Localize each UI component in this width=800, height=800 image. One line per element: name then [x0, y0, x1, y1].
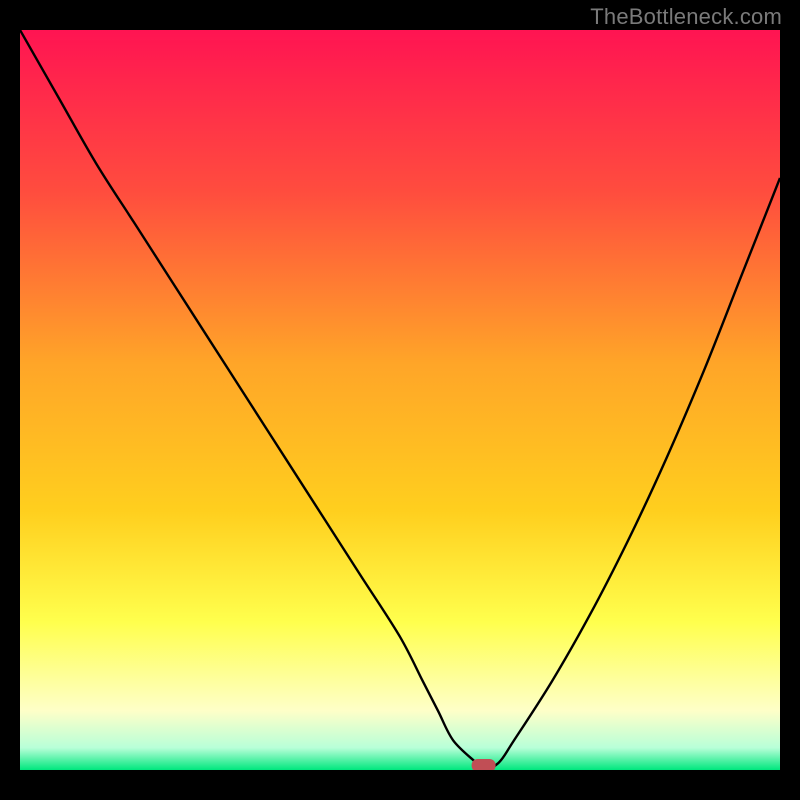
watermark-text: TheBottleneck.com	[590, 4, 782, 30]
chart-svg	[20, 30, 780, 770]
chart-container: TheBottleneck.com	[0, 0, 800, 800]
gradient-background	[20, 30, 780, 770]
minimum-marker	[472, 759, 496, 770]
plot-area	[20, 30, 780, 770]
